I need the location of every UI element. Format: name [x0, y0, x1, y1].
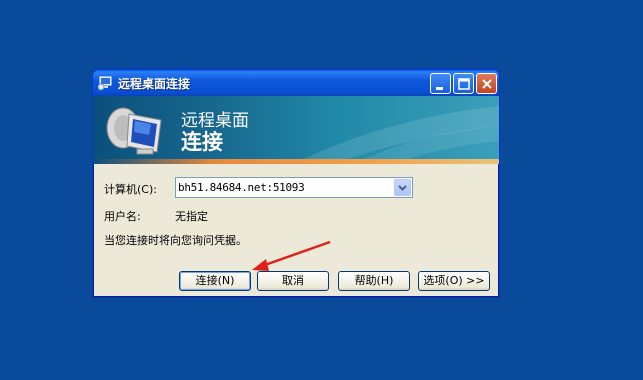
maximize-icon	[458, 78, 470, 90]
combobox-dropdown-button[interactable]	[394, 179, 411, 196]
banner-title-line2: 连接	[181, 130, 223, 154]
remote-monitor-icon	[106, 107, 162, 155]
remote-desktop-app-icon	[98, 76, 112, 91]
window-title: 远程桌面连接	[118, 77, 191, 91]
title-bar[interactable]: 远程桌面连接	[93, 70, 499, 96]
connect-button[interactable]: 连接(N)	[179, 271, 251, 291]
username-value: 无指定	[175, 210, 208, 223]
options-button[interactable]: 选项(O) >>	[418, 271, 490, 291]
help-button[interactable]: 帮助(H)	[338, 271, 410, 291]
maximize-button[interactable]	[453, 73, 474, 94]
credentials-note: 当您连接时将向您询问凭据。	[104, 234, 247, 247]
chevron-down-icon	[398, 185, 407, 191]
header-banner: 远程桌面 连接	[93, 96, 499, 164]
computer-combobox[interactable]: bh51.84684.net:51093	[175, 177, 413, 198]
minimize-icon	[436, 87, 443, 90]
minimize-button[interactable]	[430, 73, 451, 94]
cancel-button[interactable]: 取消	[257, 271, 329, 291]
computer-label: 计算机(C):	[104, 183, 157, 196]
remote-desktop-window: 远程桌面连接 远程桌面 连接 计算机(C): bh51.84684.net:51…	[92, 69, 500, 298]
banner-stripe	[93, 159, 499, 164]
close-button[interactable]	[476, 73, 497, 94]
computer-input[interactable]: bh51.84684.net:51093	[178, 181, 305, 194]
username-label: 用户名:	[104, 210, 141, 223]
close-icon	[482, 79, 492, 89]
